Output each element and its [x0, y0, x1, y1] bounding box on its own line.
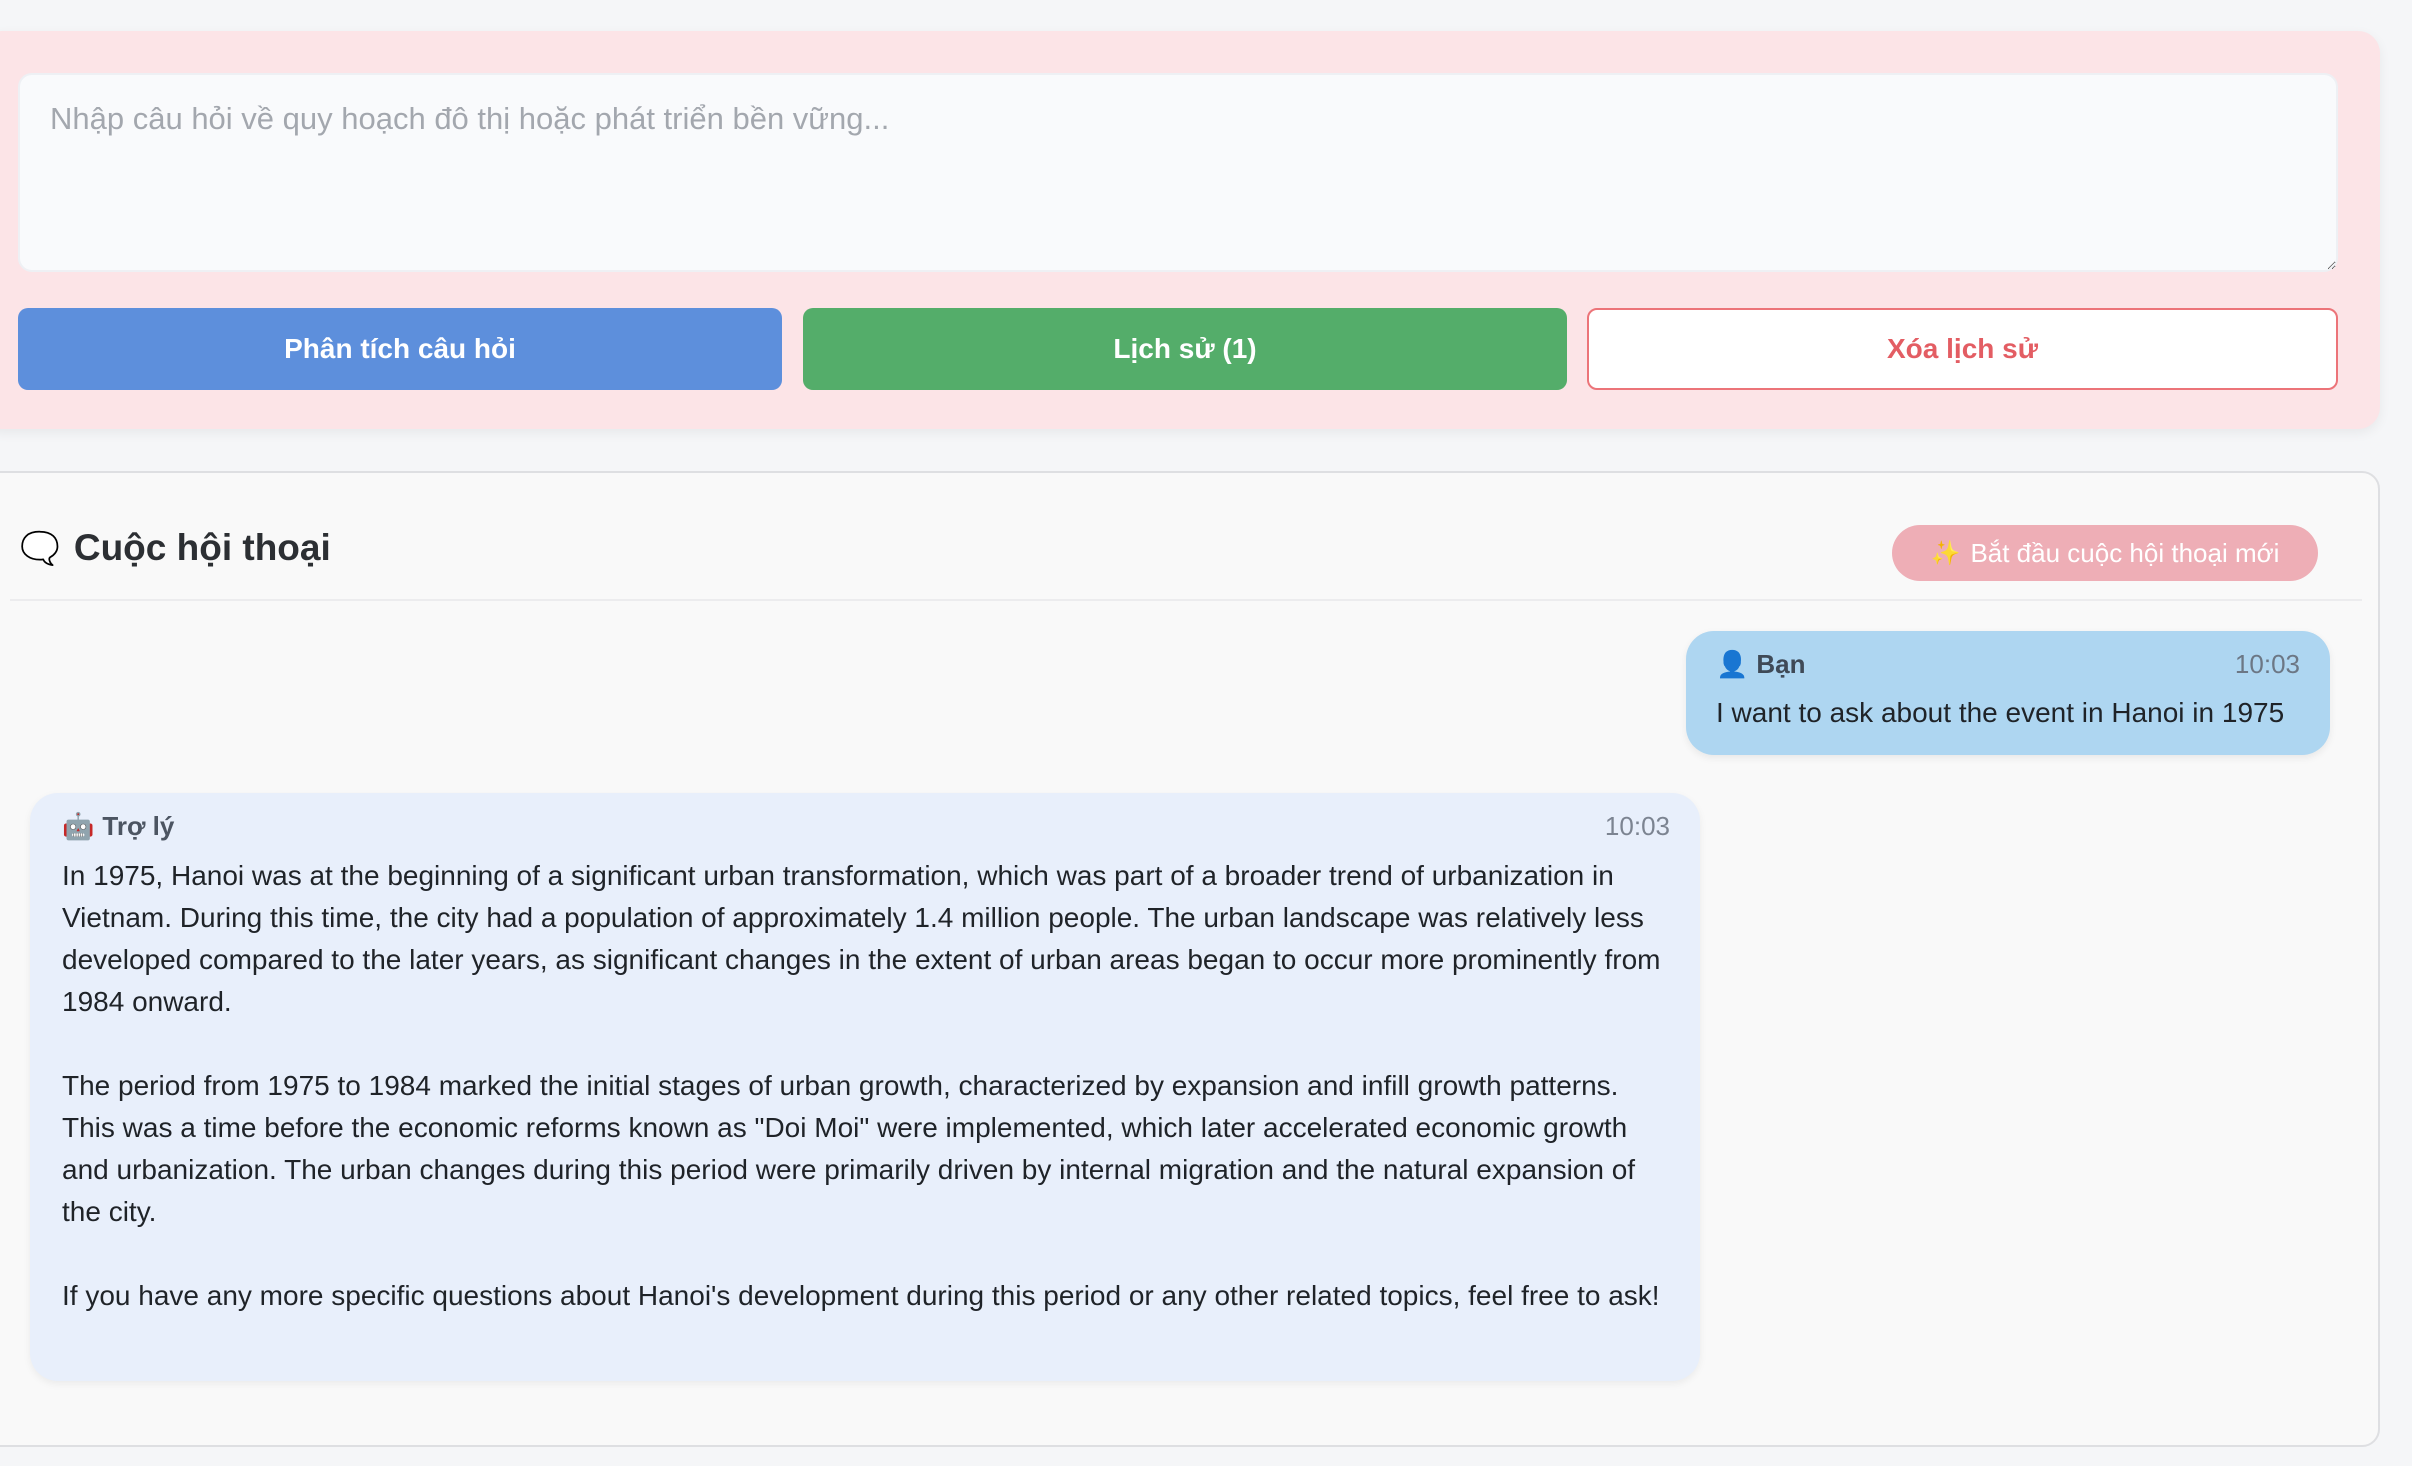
assistant-message: 🤖 Trợ lý 10:03 In 1975, Hanoi was at the… [30, 793, 1700, 1381]
message-paragraph: If you have any more specific questions … [62, 1280, 1660, 1311]
robot-avatar-icon: 🤖 [62, 810, 95, 841]
user-avatar-icon: 👤 [1716, 648, 1749, 679]
sender-name: Trợ lý [102, 810, 175, 841]
message-sender: 👤 Bạn [1716, 649, 1806, 680]
conversation-title-text: Cuộc hội thoại [73, 527, 331, 568]
new-conversation-button[interactable]: ✨ Bắt đầu cuộc hội thoại mới [1892, 525, 2318, 581]
speech-bubble-icon: 🗨️ [20, 530, 60, 566]
clear-history-button[interactable]: Xóa lịch sử [1587, 308, 2338, 390]
message-timestamp: 10:03 [2234, 648, 2300, 679]
message-sender: 🤖 Trợ lý [62, 811, 174, 842]
question-input[interactable] [18, 73, 2338, 272]
conversation-panel: 🗨️ Cuộc hội thoại ✨ Bắt đầu cuộc hội tho… [0, 471, 2380, 1447]
analyze-question-button[interactable]: Phân tích câu hỏi [18, 308, 782, 390]
sender-name: Bạn [1756, 648, 1806, 679]
message-meta: 👤 Bạn 10:03 [1716, 649, 2300, 679]
user-message: 👤 Bạn 10:03 I want to ask about the even… [1686, 631, 2330, 755]
message-paragraph: In 1975, Hanoi was at the beginning of a… [62, 860, 1661, 1017]
history-button[interactable]: Lịch sử (1) [803, 308, 1567, 390]
conversation-title: 🗨️ Cuộc hội thoại [20, 527, 331, 569]
sparkles-icon: ✨ [1930, 539, 1961, 567]
question-panel: Phân tích câu hỏi Lịch sử (1) Xóa lịch s… [0, 31, 2380, 429]
message-text: I want to ask about the event in Hanoi i… [1716, 697, 2285, 728]
new-conversation-label: Bắt đầu cuộc hội thoại mới [1970, 537, 2280, 568]
message-meta: 🤖 Trợ lý 10:03 [62, 811, 1670, 841]
message-text: In 1975, Hanoi was at the beginning of a… [62, 855, 1670, 1317]
message-timestamp: 10:03 [1604, 810, 1670, 841]
message-paragraph: The period from 1975 to 1984 marked the … [62, 1070, 1636, 1227]
